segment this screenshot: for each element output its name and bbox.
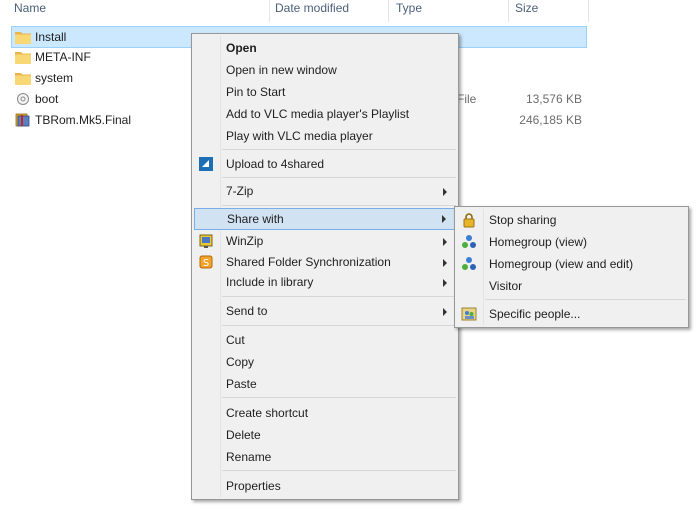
share-with-submenu: Stop sharing Homegroup (view) Homegroup … [454, 206, 689, 328]
menu-item-label: Homegroup (view) [489, 235, 588, 249]
menu-item-paste[interactable]: Paste [194, 373, 456, 395]
menu-item-upload-4shared[interactable]: Upload to 4shared [194, 153, 456, 175]
file-type: File [457, 92, 477, 106]
context-menu: Open Open in new window Pin to Start Add… [191, 33, 459, 500]
4shared-icon [199, 157, 213, 171]
file-icon [17, 93, 29, 105]
menu-item-label: Shared Folder Synchronization [226, 255, 391, 269]
file-size: 246,185 KB [519, 113, 582, 127]
column-divider[interactable] [508, 0, 509, 22]
menu-item-7zip[interactable]: 7-Zip [194, 180, 456, 202]
people-icon [461, 307, 477, 321]
homegroup-icon [462, 235, 476, 248]
menu-item-label: 7-Zip [226, 184, 254, 198]
menu-item-label: Share with [227, 212, 284, 226]
file-name: system [35, 71, 74, 85]
menu-item-label: Stop sharing [489, 213, 557, 227]
menu-separator [222, 325, 456, 326]
submenu-arrow-icon [443, 188, 447, 196]
column-divider[interactable] [588, 0, 589, 22]
menu-separator [485, 299, 686, 300]
menu-item-homegroup-view[interactable]: Homegroup (view) [457, 231, 686, 253]
menu-item-add-vlc-playlist[interactable]: Add to VLC media player's Playlist [194, 103, 456, 125]
menu-item-include-in-library[interactable]: Include in library [194, 271, 456, 293]
menu-item-copy[interactable]: Copy [194, 351, 456, 373]
menu-item-rename[interactable]: Rename [194, 446, 456, 468]
menu-item-create-shortcut[interactable]: Create shortcut [194, 402, 456, 424]
menu-item-label: Include in library [226, 275, 314, 289]
menu-item-label: Properties [226, 479, 281, 493]
menu-item-pin-to-start[interactable]: Pin to Start [194, 81, 456, 103]
menu-separator [222, 397, 456, 398]
menu-item-label: Rename [226, 450, 272, 464]
menu-item-label: Add to VLC media player's Playlist [226, 107, 410, 121]
lock-icon [463, 213, 475, 228]
menu-item-properties[interactable]: Properties [194, 475, 456, 497]
menu-item-share-with[interactable]: Share with [194, 208, 456, 230]
menu-item-label: Play with VLC media player [226, 129, 373, 143]
file-name: boot [35, 92, 59, 106]
menu-item-label: Paste [226, 377, 257, 391]
menu-item-label: Visitor [489, 279, 523, 293]
homegroup-icon [462, 257, 476, 270]
column-type[interactable]: Type [396, 0, 422, 18]
column-date-modified[interactable]: Date modified [275, 0, 349, 18]
menu-item-winzip[interactable]: WinZip [194, 230, 456, 252]
menu-separator [222, 205, 456, 206]
column-name[interactable]: Name [14, 0, 46, 18]
file-name: Install [35, 30, 67, 44]
menu-separator [222, 470, 456, 471]
menu-item-label: Create shortcut [226, 406, 309, 420]
menu-item-open-new-window[interactable]: Open in new window [194, 59, 456, 81]
sync-icon: S [199, 255, 213, 269]
file-name: META-INF [35, 50, 91, 64]
column-divider[interactable] [269, 0, 270, 22]
submenu-arrow-icon [443, 308, 447, 316]
menu-item-label: Cut [226, 333, 245, 347]
menu-item-delete[interactable]: Delete [194, 424, 456, 446]
column-size[interactable]: Size [515, 0, 538, 18]
submenu-arrow-icon [443, 238, 447, 246]
menu-item-open[interactable]: Open [194, 37, 456, 59]
menu-item-label: Pin to Start [226, 85, 286, 99]
file-name: TBRom.Mk5.Final [35, 113, 132, 127]
menu-item-cut[interactable]: Cut [194, 329, 456, 351]
menu-separator [222, 296, 456, 297]
menu-item-play-vlc[interactable]: Play with VLC media player [194, 125, 456, 147]
menu-item-label: Open in new window [226, 63, 337, 77]
menu-item-label: Specific people... [489, 307, 581, 321]
menu-item-label: Delete [226, 428, 261, 442]
svg-text:S: S [203, 258, 209, 269]
menu-item-stop-sharing[interactable]: Stop sharing [457, 209, 686, 231]
file-size: 13,576 KB [525, 92, 582, 106]
submenu-arrow-icon [442, 215, 446, 223]
menu-item-label: Upload to 4shared [226, 157, 325, 171]
winzip-icon [199, 234, 213, 248]
submenu-arrow-icon [443, 259, 447, 267]
column-divider[interactable] [388, 0, 389, 22]
menu-item-label: Send to [226, 304, 268, 318]
menu-item-label: Homegroup (view and edit) [489, 257, 634, 271]
folder-icon [15, 52, 31, 64]
menu-item-label: WinZip [226, 234, 264, 248]
menu-item-specific-people[interactable]: Specific people... [457, 303, 686, 325]
menu-item-label: Open [226, 41, 257, 55]
archive-icon [15, 113, 30, 127]
folder-icon [15, 73, 31, 85]
submenu-arrow-icon [443, 279, 447, 287]
menu-item-shared-folder-sync[interactable]: S Shared Folder Synchronization [194, 251, 456, 273]
menu-item-homegroup-view-edit[interactable]: Homegroup (view and edit) [457, 253, 686, 275]
folder-icon [15, 32, 31, 44]
column-header: Name Date modified Type Size [0, 0, 700, 22]
menu-item-send-to[interactable]: Send to [194, 300, 456, 322]
menu-item-visitor[interactable]: Visitor [457, 275, 686, 297]
menu-separator [222, 149, 456, 150]
menu-separator [222, 177, 456, 178]
menu-item-label: Copy [226, 355, 255, 369]
